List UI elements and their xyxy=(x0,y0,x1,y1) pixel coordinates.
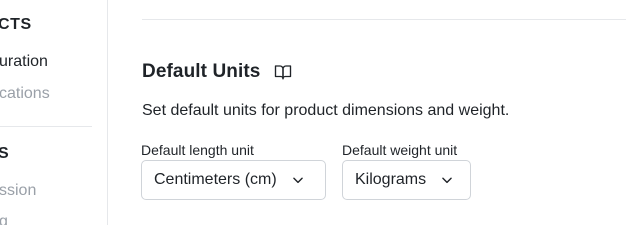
default-units-title: Default Units xyxy=(142,61,261,82)
sidebar-section-s: S xyxy=(0,145,9,163)
chevron-down-icon xyxy=(291,173,305,187)
default-length-unit-value: Centimeters (cm) xyxy=(154,171,277,188)
default-length-unit-label: Default length unit xyxy=(141,142,254,158)
settings-main: Default Units Set default units for prod… xyxy=(109,0,626,225)
chevron-down-icon xyxy=(440,173,454,187)
default-length-unit-select[interactable]: Centimeters (cm) xyxy=(141,160,326,200)
default-units-description: Set default units for product dimensions… xyxy=(142,102,510,119)
sidebar-section-products: CTS xyxy=(0,16,32,33)
sidebar-item-configuration[interactable]: uration xyxy=(0,53,48,71)
default-weight-unit-field: Default weight unit Kilograms xyxy=(342,142,471,200)
sidebar-item-locations[interactable]: cations xyxy=(0,85,50,103)
sidebar-item-session[interactable]: ssion xyxy=(0,182,36,200)
default-weight-unit-select[interactable]: Kilograms xyxy=(342,160,471,200)
default-weight-unit-label: Default weight unit xyxy=(342,142,458,158)
sidebar-divider xyxy=(0,126,92,127)
book-open-icon[interactable] xyxy=(274,63,292,81)
sidebar: CTS uration cations S ssion g xyxy=(0,0,108,225)
default-length-unit-field: Default length unit Centimeters (cm) xyxy=(141,142,326,200)
default-weight-unit-value: Kilograms xyxy=(355,171,427,188)
sidebar-item-partial[interactable]: g xyxy=(0,213,8,225)
section-divider xyxy=(142,19,626,20)
default-units-header: Default Units xyxy=(142,61,292,83)
